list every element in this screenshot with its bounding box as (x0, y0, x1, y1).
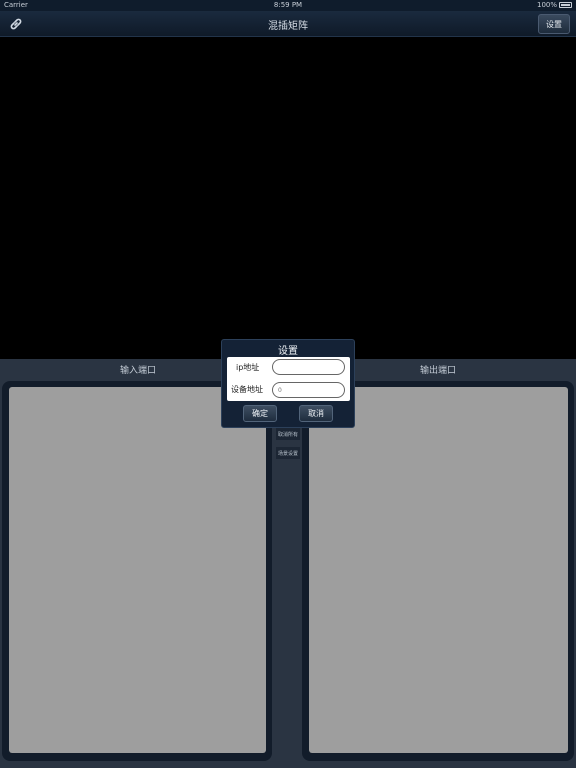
output-port-label: 输出端口 (420, 366, 457, 376)
status-time: 8:59 PM (273, 1, 303, 9)
device-address-input[interactable] (272, 382, 345, 398)
ip-address-input[interactable] (272, 359, 345, 375)
output-port-list[interactable] (309, 387, 568, 753)
battery-icon (559, 2, 572, 8)
input-port-list[interactable] (9, 387, 266, 753)
settings-dialog: 设置 ip地址 设备地址 确定 取消 (221, 339, 355, 428)
scene-settings-button[interactable]: 场景设置 (276, 447, 300, 459)
video-preview-area (0, 37, 576, 359)
ip-address-label: ip地址 (236, 363, 260, 372)
status-bar: Carrier 8:59 PM 100% (0, 0, 576, 11)
battery-indicator: 100% (537, 1, 572, 9)
input-port-label: 输入端口 (120, 366, 157, 376)
cancel-all-button[interactable]: 取消所有 (276, 428, 300, 440)
dialog-title: 设置 (278, 346, 298, 357)
battery-percent: 100% (536, 1, 557, 9)
nav-bar: 混插矩阵 设置 (0, 11, 576, 37)
settings-button[interactable]: 设置 (538, 14, 570, 34)
page-title: 混插矩阵 (268, 21, 308, 32)
input-port-frame (2, 381, 272, 761)
device-address-label: 设备地址 (231, 385, 263, 394)
dialog-form: ip地址 设备地址 (227, 357, 350, 401)
cancel-button[interactable]: 取消 (299, 405, 333, 422)
confirm-button[interactable]: 确定 (243, 405, 277, 422)
output-port-frame (302, 381, 574, 761)
